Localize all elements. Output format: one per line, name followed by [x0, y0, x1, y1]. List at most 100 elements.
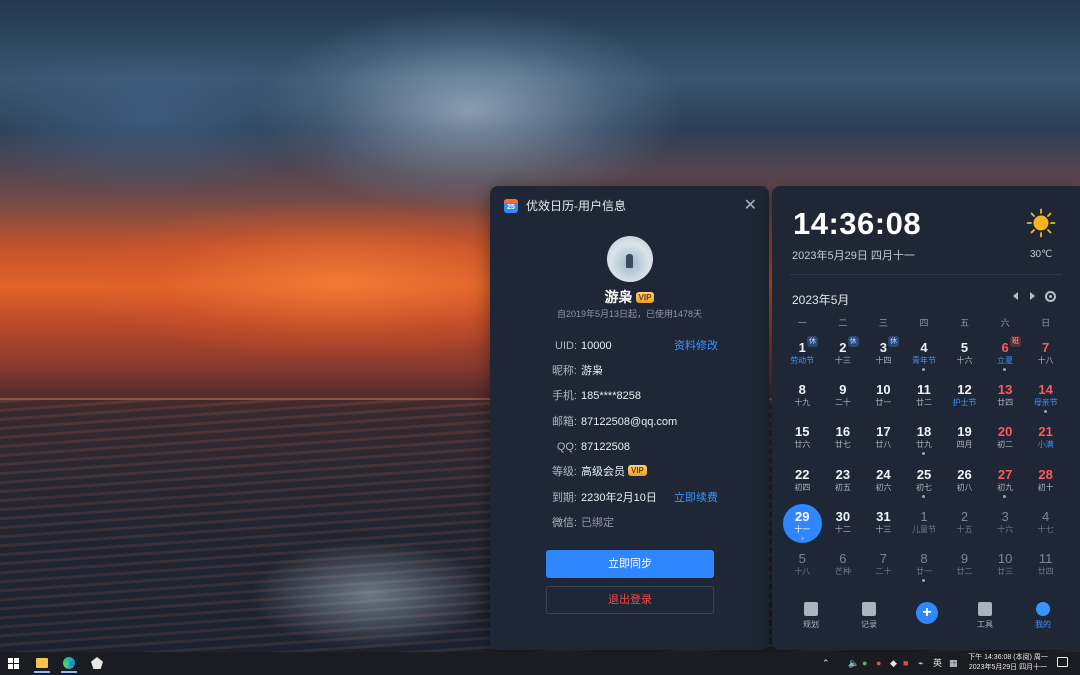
edge-browser-icon — [63, 657, 75, 669]
lunar-label: 初八 — [956, 482, 973, 492]
user-info-window: 25 优效日历-用户信息 ✕ 游枭 VIP 自2019年5月13日起，已使用147… — [490, 186, 769, 650]
calendar-day[interactable]: 21 小满 — [1025, 418, 1066, 460]
vip-badge: VIP — [635, 292, 655, 303]
calendar-day[interactable]: 24 初六 — [863, 461, 904, 503]
calendar-day[interactable]: 3 十四休 — [863, 334, 904, 376]
calendar-day[interactable]: 1 儿童节 — [904, 503, 945, 545]
info-row-expiry: 到期: 2230年2月10日 立即续费 — [490, 490, 769, 506]
lunar-label: 初九 — [997, 482, 1014, 492]
calendar-day[interactable]: 9 二十 — [823, 376, 864, 418]
day-number: 26 — [957, 466, 972, 482]
avatar[interactable] — [607, 236, 653, 282]
avatar-figure — [626, 254, 633, 268]
calendar-day[interactable]: 3 十六 — [985, 503, 1026, 545]
calendar-day[interactable]: 16 廿七 — [823, 418, 864, 460]
day-number: 20 — [997, 424, 1013, 440]
calendar-day[interactable]: 30 十二 — [823, 503, 864, 545]
calendar-day[interactable]: 4 十七 — [1025, 503, 1066, 545]
calendar-day[interactable]: 6 立夏班 — [985, 334, 1026, 376]
nav-mine[interactable]: 我的 — [1014, 598, 1072, 638]
keyboard-icon[interactable]: ▦ — [949, 656, 958, 670]
sync-button[interactable]: 立即同步 — [546, 550, 714, 578]
calendar-day[interactable]: 28 初十 — [1025, 461, 1066, 503]
calendar-day[interactable]: 17 廿八 — [863, 418, 904, 460]
day-number: 12 — [957, 382, 972, 398]
weekday-header: 一 二 三 四 五 六 日 — [782, 316, 1066, 329]
calendar-day[interactable]: 13 廿四 — [985, 376, 1026, 418]
calendar-day[interactable]: 23 初五 — [823, 461, 864, 503]
windows-start-icon[interactable] — [8, 658, 19, 669]
calendar-day[interactable]: 8 廿一 — [904, 545, 945, 587]
calendar-day[interactable]: 12 护士节 — [944, 376, 985, 418]
calendar-day[interactable]: 15 廿六 — [782, 418, 823, 460]
calendar-day[interactable]: 1 劳动节休 — [782, 334, 823, 376]
lunar-label: 廿七 — [834, 440, 851, 450]
edit-profile-link[interactable]: 资料修改 — [674, 338, 718, 354]
calendar-day[interactable]: 7 二十 — [863, 545, 904, 587]
day-number: 10 — [997, 550, 1013, 566]
calendar-day[interactable]: 26 初八 — [944, 461, 985, 503]
tray-chevron-icon[interactable]: ⌃ — [822, 656, 830, 670]
nav-tools[interactable]: 工具 — [956, 598, 1014, 638]
usage-since-text: 自2019年5月13日起，已使用1478天 — [556, 309, 703, 319]
day-number: 16 — [835, 424, 851, 440]
weekday-label: 六 — [1000, 318, 1010, 328]
weekday-label: 三 — [878, 318, 888, 328]
calendar-day[interactable]: 11 廿二 — [904, 376, 945, 418]
calendar-day[interactable]: 8 十九 — [782, 376, 823, 418]
day-number: 27 — [997, 466, 1013, 482]
lunar-label: 护士节 — [952, 398, 977, 408]
calendar-day[interactable]: 31 十三 — [863, 503, 904, 545]
calendar-day[interactable]: 19 四月 — [944, 418, 985, 460]
day-number: 2 — [960, 508, 969, 524]
calendar-day[interactable]: 10 廿一 — [863, 376, 904, 418]
calendar-day[interactable]: 6 芒种 — [823, 545, 864, 587]
close-icon[interactable]: ✕ — [744, 195, 757, 215]
volume-icon[interactable]: 🔈 — [848, 656, 859, 670]
nav-label: 我的 — [1035, 620, 1051, 629]
nav-plan[interactable]: 规划 — [782, 598, 840, 638]
taskbar-edge[interactable] — [59, 654, 79, 673]
taskbar-clock[interactable]: 下午 14:36:08 (本阅) 周一 2023年5月29日 四月十一 — [960, 653, 1056, 673]
taskbar-app[interactable] — [87, 654, 107, 673]
prev-month-icon[interactable] — [1013, 292, 1018, 300]
notification-icon[interactable] — [1057, 657, 1068, 667]
current-date: 2023年5月29日 四月十一 — [792, 250, 915, 262]
tray-app-icon[interactable]: ● — [876, 656, 881, 670]
month-title: 2023年5月 — [792, 293, 850, 307]
calendar-day[interactable]: 25 初七 — [904, 461, 945, 503]
next-month-icon[interactable] — [1030, 292, 1035, 300]
gear-icon[interactable] — [1045, 291, 1056, 302]
network-icon[interactable]: ⌁ — [918, 656, 923, 670]
calendar-day[interactable]: 5 十六 — [944, 334, 985, 376]
nav-record[interactable]: 记录 — [840, 598, 898, 638]
tray-app-icon[interactable]: ■ — [903, 656, 908, 670]
calendar-day[interactable]: 10 廿三 — [985, 545, 1026, 587]
calendar-day[interactable]: 22 初四 — [782, 461, 823, 503]
calendar-day[interactable]: 20 初二 — [985, 418, 1026, 460]
calendar-day[interactable]: 18 廿九 — [904, 418, 945, 460]
add-button[interactable]: + — [898, 598, 956, 638]
calendar-day[interactable]: 27 初九 — [985, 461, 1026, 503]
calendar-day[interactable]: 7 十八 — [1025, 334, 1066, 376]
day-number: 28 — [1038, 466, 1053, 482]
calendar-day[interactable]: 9 廿二 — [944, 545, 985, 587]
calendar-day[interactable]: 5 十八 — [782, 545, 823, 587]
info-row-qq: QQ: 87122508 — [490, 439, 769, 455]
taskbar-file-explorer[interactable] — [32, 654, 52, 673]
tray-app-icon[interactable]: ◆ — [890, 656, 897, 670]
logout-button[interactable]: 退出登录 — [546, 586, 714, 614]
calendar-day[interactable]: 2 十三休 — [823, 334, 864, 376]
calendar-day[interactable]: 2 十五 — [944, 503, 985, 545]
calendar-day[interactable]: 14 母亲节 — [1025, 376, 1066, 418]
ime-indicator[interactable]: 英 — [933, 656, 942, 670]
lunar-label: 廿二 — [915, 398, 932, 408]
calendar-day[interactable]: 4 青年节 — [904, 334, 945, 376]
calendar-day[interactable]: 11 廿四 — [1025, 545, 1066, 587]
lunar-label: 儿童节 — [911, 524, 936, 534]
calendar-day-today[interactable]: 29 十一 — [782, 503, 823, 545]
wechat-icon[interactable]: ● — [862, 656, 867, 670]
day-number: 24 — [876, 466, 891, 482]
lunar-label: 十七 — [1037, 524, 1054, 534]
renew-link[interactable]: 立即续费 — [674, 490, 718, 506]
